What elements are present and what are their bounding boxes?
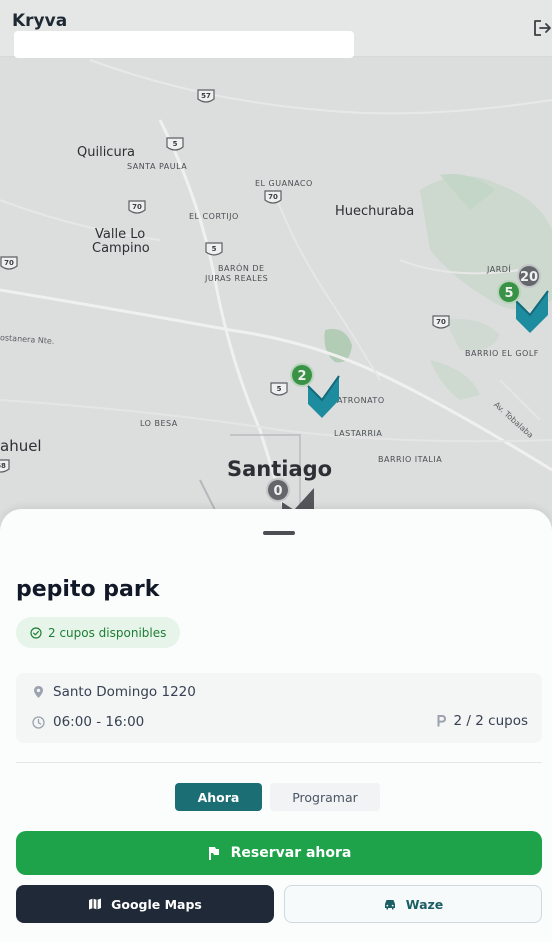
- map-label-barrio-el-golf: BARRIO EL GOLF: [465, 349, 539, 358]
- check-circle-icon: [30, 626, 42, 639]
- availability-badge: 2 cupos disponibles: [16, 617, 181, 648]
- map-label-pudahuel: ahuel: [0, 437, 42, 455]
- map-icon: [89, 898, 102, 910]
- cluster-count-badge[interactable]: 2: [290, 363, 314, 387]
- parking-info-card: Santo Domingo 1220 06:00 - 16:00 2 / 2 c…: [16, 673, 542, 743]
- map-label-baron-1: BARÓN DE: [218, 264, 265, 273]
- map-label-el-cortijo: EL CORTIJO: [189, 212, 239, 221]
- reserve-now-button[interactable]: Reservar ahora: [16, 831, 542, 875]
- parking-p-icon: [437, 715, 446, 727]
- capacity-row: 2 / 2 cupos: [437, 713, 528, 729]
- route-shield-icon: 5: [205, 242, 223, 258]
- map-label-el-guanaco: EL GUANACO: [255, 179, 313, 188]
- google-maps-label: Google Maps: [111, 896, 202, 912]
- map-label-patronato: ATRONATO: [337, 396, 385, 405]
- map-label-santa-paula: SANTA PAULA: [127, 162, 188, 171]
- route-shield-icon: 70: [432, 315, 450, 331]
- map-label-huechuraba: Huechuraba: [335, 204, 415, 219]
- reserve-now-label: Reservar ahora: [230, 845, 352, 861]
- route-shield-icon: 5: [166, 137, 184, 153]
- hours-text: 06:00 - 16:00: [53, 714, 145, 730]
- map-label-valle-lo-campino-2: Campino: [92, 241, 150, 256]
- waze-label: Waze: [405, 896, 444, 912]
- divider: [16, 762, 542, 763]
- waze-button[interactable]: Waze: [284, 885, 542, 923]
- hours-row: 06:00 - 16:00: [32, 714, 144, 730]
- map-label-barrio-italia: BARRIO ITALIA: [378, 455, 443, 464]
- cluster-count-badge[interactable]: 0: [266, 478, 290, 502]
- parking-flag-icon: [208, 846, 219, 860]
- cluster-count-badge[interactable]: 20: [517, 264, 541, 288]
- route-shield-icon: 70: [264, 190, 282, 206]
- parking-title: pepito park: [16, 577, 160, 602]
- map-label-valle-lo-campino-1: Valle Lo: [95, 227, 146, 242]
- address-text: Santo Domingo 1220: [53, 684, 196, 700]
- tab-programar[interactable]: Programar: [270, 783, 380, 811]
- location-pin-icon: [34, 686, 43, 698]
- map-label-jardin: JARDÍ: [487, 265, 512, 274]
- map-label-baron-2: JURAS REALES: [205, 274, 269, 283]
- cluster-count-badge[interactable]: 5: [497, 280, 521, 304]
- app-header: Kryva: [0, 0, 552, 58]
- app-brand: Kryva: [12, 11, 68, 31]
- drag-handle[interactable]: [263, 531, 295, 535]
- map[interactable]: Quilicura SANTA PAULA EL GUANACO EL CORT…: [0, 0, 552, 560]
- tab-ahora[interactable]: Ahora: [175, 783, 262, 811]
- route-shield-icon: 68: [0, 459, 10, 475]
- availability-text: 2 cupos disponibles: [48, 625, 167, 640]
- clock-icon: [32, 715, 45, 729]
- map-label-lo-besa: LO BESA: [140, 419, 178, 428]
- route-shield-icon: 70: [128, 200, 146, 216]
- route-shield-icon: 70: [0, 256, 18, 272]
- address-row: Santo Domingo 1220: [32, 684, 196, 700]
- map-label-lastarria: LASTARRIA: [334, 429, 383, 438]
- route-shield-icon: 57: [197, 89, 215, 105]
- parking-details-sheet: pepito park 2 cupos disponibles Santo Do…: [0, 509, 552, 942]
- capacity-text: 2 / 2 cupos: [453, 713, 528, 729]
- google-maps-button[interactable]: Google Maps: [16, 885, 274, 923]
- search-input[interactable]: [14, 31, 354, 58]
- route-shield-icon: 5: [270, 382, 288, 398]
- booking-mode-tabs: Ahora Programar: [175, 783, 380, 811]
- logout-icon[interactable]: [532, 18, 552, 38]
- car-icon: [384, 900, 395, 910]
- map-label-quilicura: Quilicura: [77, 145, 136, 160]
